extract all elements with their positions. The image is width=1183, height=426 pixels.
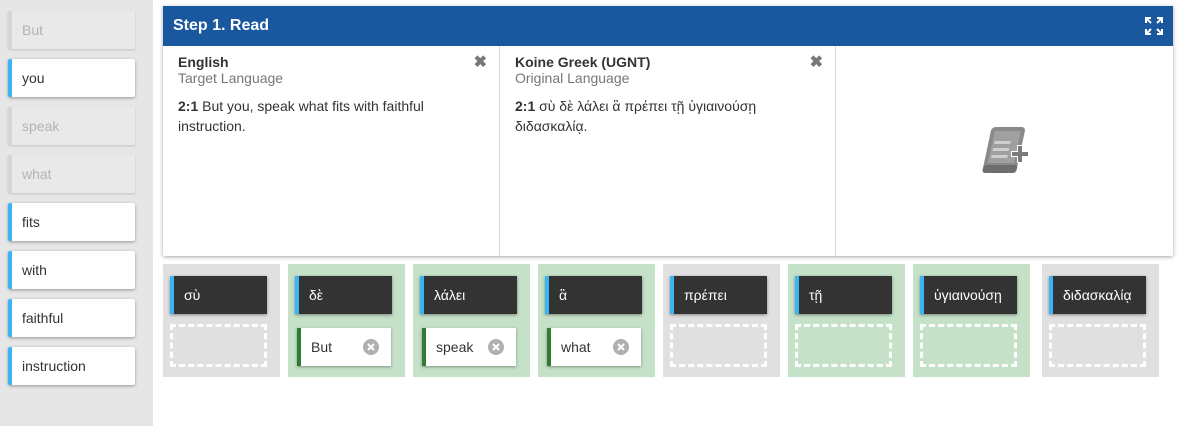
original-word-label: τῇ: [809, 287, 823, 303]
aligned-word[interactable]: But: [297, 328, 391, 366]
drop-zone[interactable]: [920, 324, 1017, 367]
original-word-label: δὲ: [309, 287, 324, 303]
alignment-card: δὲ But: [288, 264, 405, 377]
remove-icon[interactable]: [363, 339, 379, 355]
aligned-word-label: what: [561, 339, 591, 355]
aligned-word[interactable]: speak: [422, 328, 516, 366]
word-label: what: [22, 166, 52, 182]
original-word-label: σὺ: [184, 287, 201, 303]
word-label: But: [22, 22, 44, 38]
verse-text: σὺ δὲ λάλει ἃ πρέπει τῇ ὑγιαινούσῃ διδασ…: [515, 98, 757, 134]
verse-ref: 2:1: [515, 98, 536, 114]
aligned-word-label: But: [311, 339, 333, 355]
aligned-word[interactable]: what: [547, 328, 641, 366]
drop-zone[interactable]: [670, 324, 767, 367]
drop-zone[interactable]: [1049, 324, 1146, 367]
aligned-word-label: speak: [436, 339, 474, 355]
word-label: faithful: [22, 310, 64, 326]
word-bank: But you speak what fits with faithful in…: [0, 0, 153, 426]
original-word-label: ἃ: [559, 287, 568, 303]
word-bank-item[interactable]: speak: [8, 107, 135, 145]
original-verse: 2:1 σὺ δὲ λάλει ἃ πρέπει τῇ ὑγιαινούσῃ δ…: [515, 96, 820, 136]
word-bank-item[interactable]: instruction: [8, 347, 135, 385]
read-panel: Step 1. Read English Target Language 2:1…: [163, 6, 1173, 256]
original-word[interactable]: δὲ: [295, 276, 392, 314]
original-word[interactable]: σὺ: [170, 276, 267, 314]
alignment-card: πρέπει: [663, 264, 780, 377]
panel-title: Step 1. Read: [173, 17, 270, 34]
original-word[interactable]: ὑγιαινούσῃ: [920, 276, 1017, 314]
original-word-label: διδασκαλίᾳ: [1063, 287, 1132, 303]
expand-icon[interactable]: [1145, 17, 1163, 35]
verse-ref: 2:1: [178, 98, 199, 114]
original-word-label: ὑγιαινούσῃ: [934, 287, 1002, 303]
verse-text: But you, speak what fits with faithful i…: [178, 98, 424, 134]
word-label: instruction: [22, 358, 86, 374]
close-icon[interactable]: ✖: [474, 52, 487, 72]
alignment-card: τῇ: [788, 264, 905, 377]
original-word[interactable]: λάλει: [420, 276, 517, 314]
word-bank-item[interactable]: you: [8, 59, 135, 97]
original-word[interactable]: ἃ: [545, 276, 642, 314]
alignment-card: λάλει speak: [413, 264, 530, 377]
word-bank-item[interactable]: fits: [8, 203, 135, 241]
word-bank-item[interactable]: with: [8, 251, 135, 289]
target-language-subtitle: Target Language: [178, 70, 284, 86]
word-label: with: [22, 262, 47, 278]
alignment-card: ὑγιαινούσῃ: [913, 264, 1030, 377]
original-word[interactable]: διδασκαλίᾳ: [1049, 276, 1146, 314]
drop-zone[interactable]: [795, 324, 892, 367]
alignment-card: διδασκαλίᾳ: [1042, 264, 1159, 377]
alignment-card: σὺ: [163, 264, 280, 377]
original-language-subtitle: Original Language: [515, 70, 630, 86]
original-language-title: Koine Greek (UGNT): [515, 54, 651, 70]
remove-icon[interactable]: [488, 339, 504, 355]
drop-zone[interactable]: [170, 324, 267, 367]
add-resource-pane: [836, 46, 1173, 256]
panel-header: Step 1. Read: [163, 6, 1173, 46]
word-label: you: [22, 70, 45, 86]
original-word[interactable]: τῇ: [795, 276, 892, 314]
target-language-title: English: [178, 54, 229, 70]
close-icon[interactable]: ✖: [810, 52, 823, 72]
word-bank-item[interactable]: faithful: [8, 299, 135, 337]
original-word[interactable]: πρέπει: [670, 276, 767, 314]
word-label: speak: [22, 118, 60, 134]
original-word-label: λάλει: [434, 287, 466, 303]
word-bank-item[interactable]: what: [8, 155, 135, 193]
original-word-label: πρέπει: [684, 287, 727, 303]
target-verse: 2:1 But you, speak what fits with faithf…: [178, 96, 484, 136]
alignment-card: ἃ what: [538, 264, 655, 377]
target-language-pane: English Target Language 2:1 But you, spe…: [163, 46, 500, 256]
original-language-pane: Koine Greek (UGNT) Original Language 2:1…: [500, 46, 836, 256]
word-bank-item[interactable]: But: [8, 11, 135, 49]
remove-icon[interactable]: [613, 339, 629, 355]
word-label: fits: [22, 214, 40, 230]
book-plus-icon[interactable]: [975, 121, 1035, 181]
